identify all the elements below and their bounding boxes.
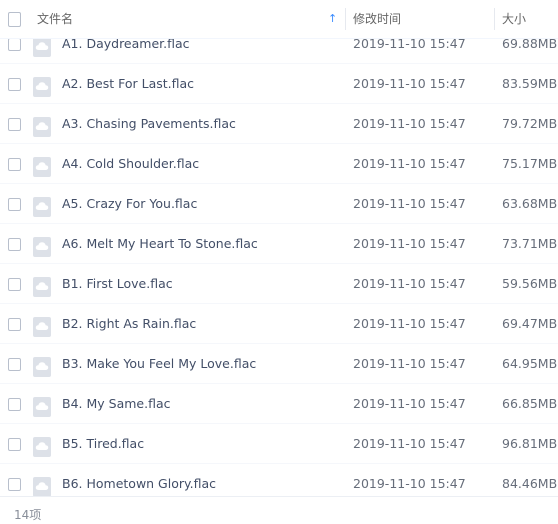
file-name[interactable]: B4. My Same.flac	[62, 384, 170, 424]
row-checkbox[interactable]	[8, 358, 21, 371]
row-checkbox[interactable]	[8, 318, 21, 331]
column-divider[interactable]	[494, 8, 495, 30]
file-name[interactable]: A4. Cold Shoulder.flac	[62, 144, 199, 184]
file-size: 75.17MB	[502, 156, 558, 171]
file-modified-time: 2019-11-10 15:47	[353, 76, 466, 91]
file-size: 73.71MB	[502, 236, 558, 251]
file-modified-time: 2019-11-10 15:47	[353, 356, 466, 371]
file-name[interactable]: A2. Best For Last.flac	[62, 64, 194, 104]
cloud-file-icon	[33, 357, 51, 377]
file-size: 64.95MB	[502, 356, 558, 371]
file-row[interactable]: B5. Tired.flac 2019-11-10 15:47 96.81MB	[0, 424, 558, 464]
file-modified-time: 2019-11-10 15:47	[353, 436, 466, 451]
file-size: 83.59MB	[502, 76, 558, 91]
file-size: 96.81MB	[502, 436, 558, 451]
file-modified-time: 2019-11-10 15:47	[353, 236, 466, 251]
row-checkbox[interactable]	[8, 438, 21, 451]
column-header-name[interactable]: 文件名	[37, 0, 342, 38]
cloud-file-icon	[33, 477, 51, 497]
column-divider[interactable]	[345, 8, 346, 30]
cloud-file-icon	[33, 77, 51, 97]
cloud-file-icon	[33, 437, 51, 457]
file-size: 63.68MB	[502, 196, 558, 211]
row-checkbox[interactable]	[8, 278, 21, 291]
status-bar: 14项	[0, 496, 558, 524]
file-modified-time: 2019-11-10 15:47	[353, 396, 466, 411]
select-all-checkbox[interactable]	[8, 12, 21, 27]
row-checkbox[interactable]	[8, 238, 21, 251]
file-list: A1. Daydreamer.flac 2019-11-10 15:47 69.88…	[0, 0, 558, 524]
list-header: 文件名 ↑ 修改时间 大小	[0, 0, 558, 39]
file-size: 66.85MB	[502, 396, 558, 411]
file-row[interactable]: A4. Cold Shoulder.flac 2019-11-10 15:47 75…	[0, 144, 558, 184]
file-size: 69.47MB	[502, 316, 558, 331]
file-modified-time: 2019-11-10 15:47	[353, 196, 466, 211]
cloud-file-icon	[33, 277, 51, 297]
file-name[interactable]: A3. Chasing Pavements.flac	[62, 104, 236, 144]
file-size: 79.72MB	[502, 116, 558, 131]
file-name[interactable]: B3. Make You Feel My Love.flac	[62, 344, 256, 384]
file-modified-time: 2019-11-10 15:47	[353, 156, 466, 171]
row-checkbox[interactable]	[8, 478, 21, 491]
file-name[interactable]: B2. Right As Rain.flac	[62, 304, 196, 344]
file-row[interactable]: A5. Crazy For You.flac 2019-11-10 15:47 63…	[0, 184, 558, 224]
column-header-time[interactable]: 修改时间	[353, 0, 493, 38]
file-size: 59.56MB	[502, 276, 558, 291]
file-modified-time: 2019-11-10 15:47	[353, 316, 466, 331]
sort-ascending-icon[interactable]: ↑	[328, 0, 337, 38]
cloud-file-icon	[33, 237, 51, 257]
file-row[interactable]: A6. Melt My Heart To Stone.flac 2019-11-1…	[0, 224, 558, 264]
cloud-file-icon	[33, 117, 51, 137]
row-checkbox[interactable]	[8, 38, 21, 51]
row-checkbox[interactable]	[8, 158, 21, 171]
file-row[interactable]: A3. Chasing Pavements.flac 2019-11-10 15:…	[0, 104, 558, 144]
cloud-file-icon	[33, 37, 51, 57]
file-row[interactable]: B4. My Same.flac 2019-11-10 15:47 66.85MB	[0, 384, 558, 424]
file-row[interactable]: B2. Right As Rain.flac 2019-11-10 15:47 69…	[0, 304, 558, 344]
file-name[interactable]: B5. Tired.flac	[62, 424, 144, 464]
row-checkbox[interactable]	[8, 398, 21, 411]
file-name[interactable]: A6. Melt My Heart To Stone.flac	[62, 224, 258, 264]
file-row[interactable]: B3. Make You Feel My Love.flac 2019-11-10…	[0, 344, 558, 384]
row-checkbox[interactable]	[8, 78, 21, 91]
cloud-file-icon	[33, 157, 51, 177]
cloud-file-icon	[33, 317, 51, 337]
file-modified-time: 2019-11-10 15:47	[353, 276, 466, 291]
item-count: 14项	[14, 508, 42, 522]
row-checkbox[interactable]	[8, 198, 21, 211]
file-row[interactable]: A2. Best For Last.flac 2019-11-10 15:47 83…	[0, 64, 558, 104]
cloud-file-icon	[33, 197, 51, 217]
row-checkbox[interactable]	[8, 118, 21, 131]
cloud-file-icon	[33, 397, 51, 417]
file-name[interactable]: B1. First Love.flac	[62, 264, 173, 304]
file-modified-time: 2019-11-10 15:47	[353, 116, 466, 131]
column-header-size[interactable]: 大小	[502, 0, 558, 38]
file-row[interactable]: B1. First Love.flac 2019-11-10 15:47 59.56…	[0, 264, 558, 304]
file-name[interactable]: A5. Crazy For You.flac	[62, 184, 197, 224]
